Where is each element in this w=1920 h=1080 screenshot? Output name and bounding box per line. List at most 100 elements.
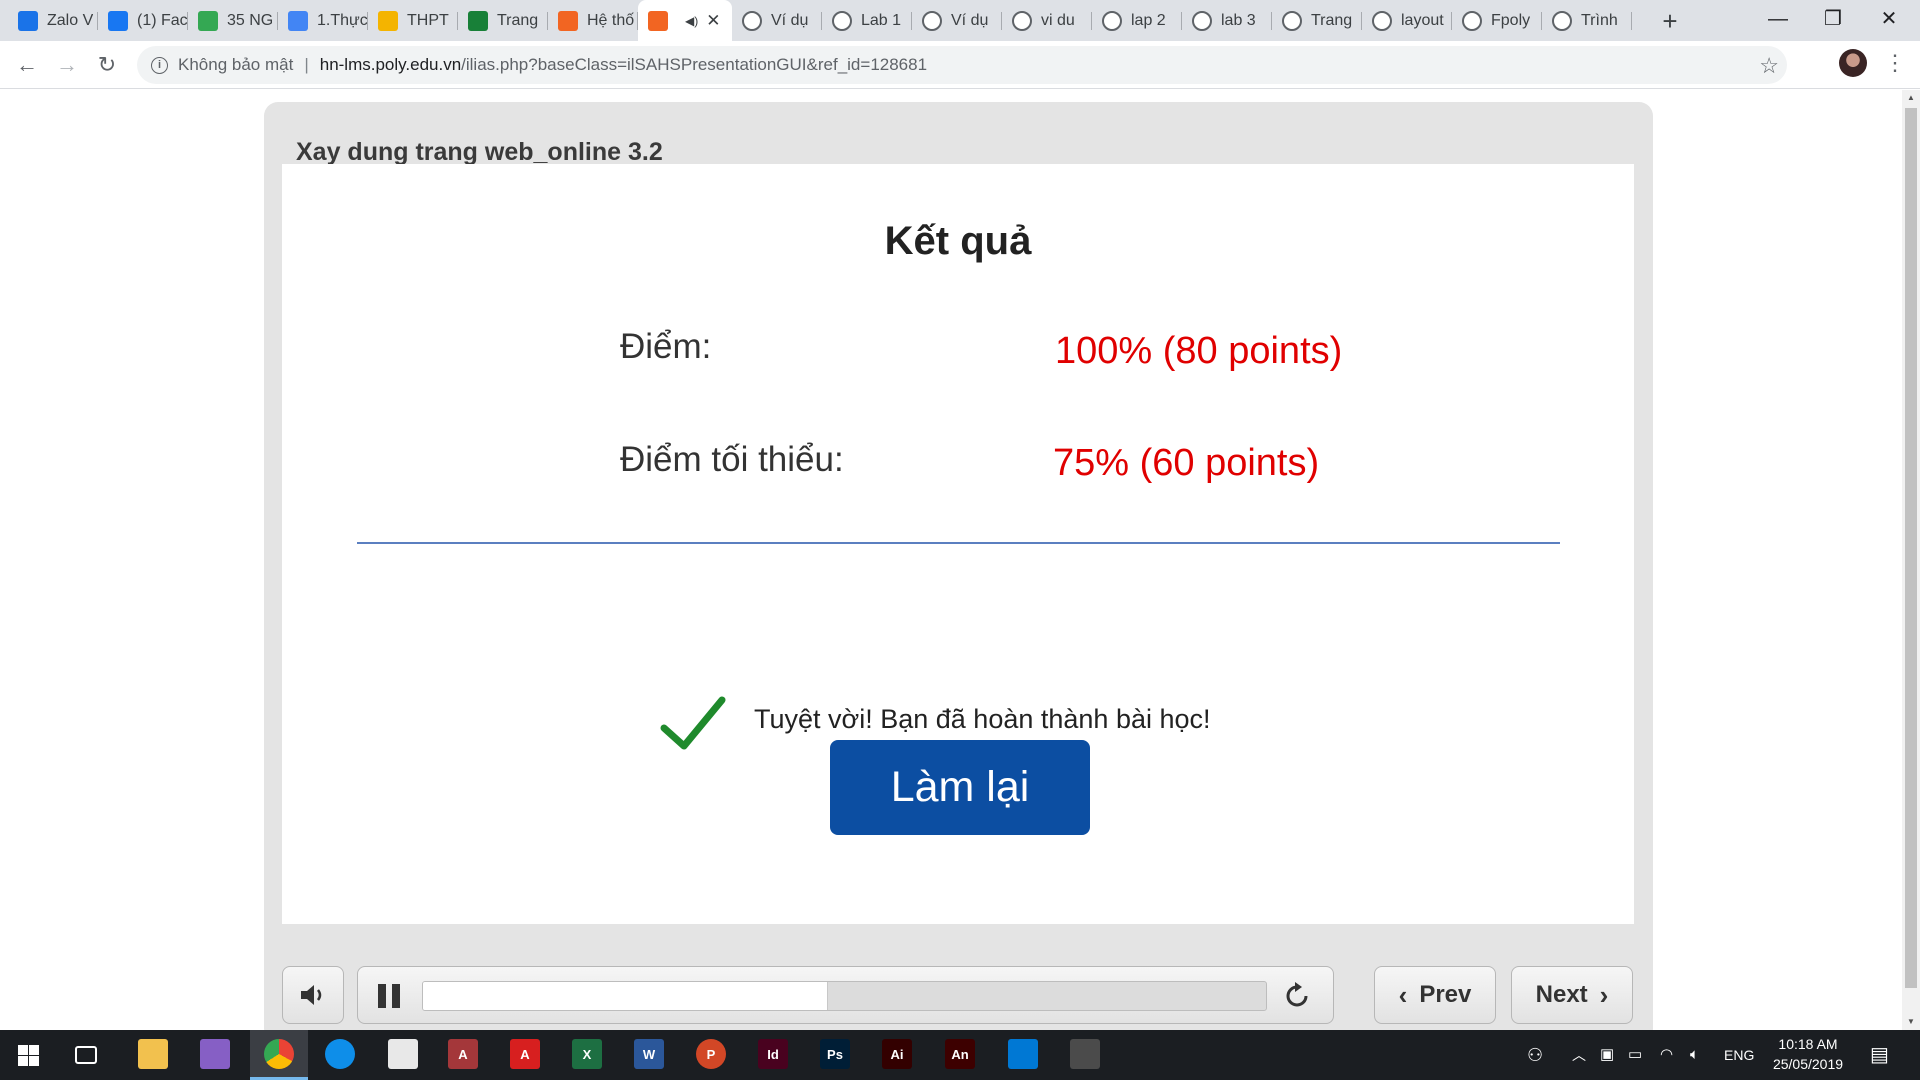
replay-icon[interactable] [1282,981,1312,1011]
browser-tab[interactable]: Trang [458,0,548,41]
app-icon-label: A [458,1046,468,1062]
tab-title: (1) Fac [137,11,188,29]
browser-tab[interactable]: Hệ thố [548,0,638,41]
browser-tab[interactable]: layout [1362,0,1452,41]
retry-button[interactable]: Làm lại [830,740,1090,835]
browser-tab[interactable]: 35 NG [188,0,278,41]
info-icon[interactable]: i [151,56,168,74]
speaker-icon [301,985,322,1005]
reload-button[interactable]: ↻ [92,50,122,80]
scrollbar-thumb[interactable] [1905,108,1917,988]
address-bar[interactable]: i Không bảo mật | hn-lms.poly.edu.vn /il… [137,46,1787,84]
scroll-down-arrow-icon[interactable]: ▼ [1902,1014,1920,1030]
chevron-up-icon[interactable]: ︿ [1572,1030,1586,1080]
scroll-up-arrow-icon[interactable]: ▲ [1902,90,1920,106]
notification-badge-icon[interactable]: ▣ [1600,1030,1614,1080]
paint-app-icon[interactable] [388,1039,418,1069]
new-tab-button[interactable]: + [1656,6,1684,37]
animate-icon[interactable]: An [945,1039,975,1069]
tab-title: vi du [1041,11,1075,29]
app-icon-label: W [642,1046,656,1062]
forward-button[interactable]: → [52,50,82,80]
tab-title: lap 2 [1131,11,1166,29]
windows-taskbar: A A X W P Id Ps Ai An ⚇ ︿ ▣ ▭ ◠ 🔈︎ ENG 10:18 AM … [0,1030,1920,1080]
browser-tab[interactable]: lab 3 [1182,0,1272,41]
globe-icon [1282,10,1302,31]
progress-fill [423,982,828,1010]
tab-title: 35 NG [227,11,274,29]
action-center-icon[interactable]: ▤ [1870,1030,1889,1080]
browser-tab[interactable]: THPT [368,0,458,41]
tab-title: Lab 1 [861,11,902,29]
browser-tab[interactable]: Trang [1272,0,1362,41]
maximize-button[interactable]: ❐ [1806,0,1860,41]
windows-start-icon[interactable] [18,1045,39,1066]
browser-tab[interactable]: ◀) ✕ [638,0,732,41]
powerpoint-icon[interactable]: P [696,1039,726,1069]
teamviewer-icon[interactable] [325,1039,355,1069]
browser-tab[interactable]: vi du [1002,0,1092,41]
sublime-icon[interactable] [1070,1039,1100,1069]
acrobat-icon[interactable]: A [510,1039,540,1069]
excel-icon[interactable]: X [572,1039,602,1069]
browser-tab[interactable]: Ví dụ [912,0,1002,41]
fpt-icon [648,10,668,31]
progress-track[interactable] [422,981,1267,1011]
globe-icon [742,10,762,31]
browser-tab[interactable]: Ví dụ [732,0,822,41]
illustrator-icon[interactable]: Ai [882,1039,912,1069]
volume-button[interactable] [282,966,344,1024]
playback-bar [357,966,1334,1024]
tab-title: Fpoly [1491,11,1531,29]
audio-playing-icon[interactable]: ◀) [685,14,698,28]
prev-label: Prev [1419,981,1472,1008]
app-icon-label: A [520,1046,530,1062]
clock[interactable]: 10:18 AM 25/05/2019 [1758,1034,1858,1074]
course-title: Xay dung trang web_online 3.2 [296,138,663,166]
docs-icon [288,10,308,31]
browser-tab[interactable]: Lab 1 [822,0,912,41]
tab-title: 1.Thực [317,11,368,29]
language-indicator[interactable]: ENG [1724,1030,1754,1080]
visual-studio-icon[interactable] [200,1039,230,1069]
indesign-icon[interactable]: Id [758,1039,788,1069]
task-view-icon[interactable] [75,1046,97,1064]
people-icon[interactable]: ⚇ [1527,1030,1543,1080]
back-button[interactable]: ← [12,50,42,80]
browser-menu-icon[interactable]: ⋮ [1884,49,1906,77]
chrome-icon[interactable] [264,1039,294,1069]
photoshop-icon[interactable]: Ps [820,1039,850,1069]
result-slide: Kết quả Điểm: 100% (80 points) Điểm tối … [282,164,1634,924]
close-window-button[interactable]: ✕ [1862,0,1916,41]
arrow-left-icon: ← [16,52,38,77]
globe-icon [1192,10,1212,31]
next-label: Next [1535,981,1588,1008]
globe-icon [1012,10,1032,31]
browser-tab[interactable]: lap 2 [1092,0,1182,41]
tab-title: Trang [497,11,539,29]
browser-tab[interactable]: Trình [1542,0,1632,41]
wifi-icon[interactable]: ◠ [1660,1030,1673,1080]
browser-tab[interactable]: Fpoly [1452,0,1542,41]
close-tab-icon[interactable]: ✕ [706,11,720,31]
tab-title: lab 3 [1221,11,1256,29]
browser-tab[interactable]: Zalo V [8,0,98,41]
checkmark-icon [468,10,488,31]
minimize-button[interactable]: — [1751,0,1805,41]
file-explorer-icon[interactable] [138,1039,168,1069]
prev-button[interactable]: ‹ Prev [1374,966,1496,1024]
browser-tab[interactable]: 1.Thực [278,0,368,41]
profile-avatar[interactable] [1839,49,1867,77]
battery-icon[interactable]: ▭ [1628,1030,1642,1080]
score-label: Điểm: [620,327,712,366]
next-button[interactable]: Next › [1511,966,1633,1024]
vscode-icon[interactable] [1008,1039,1038,1069]
bookmark-star-icon[interactable]: ☆ [1759,53,1779,79]
volume-tray-icon[interactable]: 🔈︎ [1690,1030,1699,1080]
access-icon[interactable]: A [448,1039,478,1069]
security-label: Không bảo mật [178,55,294,74]
word-icon[interactable]: W [634,1039,664,1069]
page-scrollbar[interactable]: ▲ ▼ [1902,90,1920,1030]
pause-icon[interactable] [378,984,400,1008]
browser-tab[interactable]: (1) Fac [98,0,188,41]
